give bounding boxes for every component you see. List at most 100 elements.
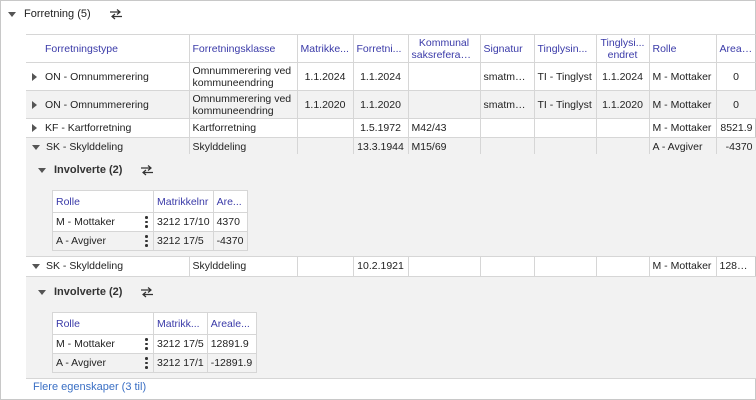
cell-forretning: 1.5.1972 [353, 118, 409, 138]
column-header[interactable]: Forretningstype [26, 34, 190, 63]
cell-matrikkel [297, 118, 354, 138]
column-header[interactable]: Signatur [480, 34, 535, 63]
cell-rolle: M - Mottaker [649, 257, 717, 277]
swap-arrows-icon[interactable] [140, 286, 154, 298]
column-header[interactable]: Rolle [52, 312, 154, 335]
column-header[interactable]: Rolle [52, 190, 154, 213]
cell-forretning: 10.2.1921 [353, 257, 409, 277]
cell-tinglysing: TI - Tinglyst [534, 90, 597, 119]
cell-tinglysing [534, 118, 597, 138]
table-header-row: Forretningstype Forretningsklasse Matrik… [26, 34, 756, 63]
involverte-table: Rolle Matrikkelnr Are... M - Mottaker 32… [52, 190, 248, 251]
cell-areal: -4370 [213, 231, 248, 251]
cell-endret [596, 118, 650, 138]
kebab-menu-icon[interactable] [145, 235, 148, 248]
table-row[interactable]: SK - Skylddeling Skylddeling 10.2.1921 M… [26, 257, 756, 277]
forretning-table-continued: SK - Skylddeling Skylddeling 10.2.1921 M… [26, 257, 756, 277]
cell-rolle: M - Mottaker [649, 62, 717, 91]
table-row[interactable]: A - Avgiver 3212 17/5 -4370 [52, 231, 248, 251]
cell-forretning: 1.1.2024 [353, 62, 409, 91]
cell-matrikkelnr: 3212 17/10 [153, 212, 214, 232]
cell-signatur [480, 118, 535, 138]
column-header[interactable]: Are... [213, 190, 248, 213]
cell-tinglysing [534, 257, 597, 277]
cell-areal: 8521.9 [716, 118, 756, 138]
swap-arrows-icon[interactable] [109, 8, 123, 20]
kebab-menu-icon[interactable] [145, 357, 148, 370]
table-header-row: Rolle Matrikk... Areale... [52, 312, 257, 335]
cell-signatur: smatmynd [480, 90, 535, 119]
cell-areal: 12891.9 [716, 257, 756, 277]
cell-matrikkelnr: 3212 17/5 [153, 334, 208, 354]
forretning-table: Forretningstype Forretningsklasse Matrik… [26, 34, 756, 157]
cell-saksref: M42/43 [408, 118, 481, 138]
cell-signatur [480, 257, 535, 277]
cell-forretningstype: KF - Kartforretning [26, 118, 190, 138]
cell-rolle: A - Avgiver [52, 231, 154, 251]
involverte-table: Rolle Matrikk... Areale... M - Mottaker … [52, 312, 257, 373]
cell-forretningsklasse: Omnummerering ved kommuneendring [189, 62, 298, 91]
table-row[interactable]: A - Avgiver 3212 17/1 -12891.9 [52, 353, 257, 373]
cell-rolle: M - Mottaker [649, 90, 717, 119]
table-row[interactable]: ON - Omnummerering Omnummerering ved kom… [26, 90, 756, 119]
cell-endret: 1.1.2024 [596, 62, 650, 91]
column-header[interactable]: Kommunal saksreferanse [408, 34, 481, 63]
section-header[interactable]: Forretning (5) [8, 6, 123, 22]
column-header[interactable]: Areale... [716, 34, 756, 63]
cell-matrikkel: 1.1.2024 [297, 62, 354, 91]
more-properties-link[interactable]: Flere egenskaper (3 til) [33, 381, 146, 393]
cell-forretningstype: ON - Omnummerering [26, 62, 190, 91]
cell-areal: 0 [716, 62, 756, 91]
cell-saksref [408, 62, 481, 91]
caret-down-icon[interactable] [38, 167, 46, 173]
column-header[interactable]: Areale... [207, 312, 257, 335]
table-header-row: Rolle Matrikkelnr Are... [52, 190, 248, 213]
cell-forretning: 1.1.2020 [353, 90, 409, 119]
column-header[interactable]: Matrikke... [297, 34, 354, 63]
column-header[interactable]: Forretningsklasse [189, 34, 298, 63]
cell-matrikkel: 1.1.2020 [297, 90, 354, 119]
column-header[interactable]: Rolle [649, 34, 717, 63]
caret-right-icon[interactable] [32, 72, 37, 81]
cell-endret: 1.1.2020 [596, 90, 650, 119]
kebab-menu-icon[interactable] [145, 338, 148, 351]
caret-down-icon[interactable] [8, 11, 16, 17]
column-header[interactable]: Tinglysi... endret [596, 34, 650, 63]
column-header[interactable]: Matrikk... [153, 312, 208, 335]
cell-matrikkel [297, 257, 354, 277]
section-title: Forretning (5) [24, 8, 91, 20]
caret-right-icon[interactable] [32, 100, 37, 109]
cell-signatur: smatmynd [480, 62, 535, 91]
table-row[interactable]: M - Mottaker 3212 17/5 12891.9 [52, 334, 257, 354]
cell-forretningsklasse: Skylddeling [189, 257, 298, 277]
column-header[interactable]: Forretni... [353, 34, 409, 63]
involverte-header[interactable]: Involverte (2) [38, 163, 154, 177]
cell-tinglysing: TI - Tinglyst [534, 62, 597, 91]
caret-down-icon[interactable] [38, 289, 46, 295]
cell-areal: 4370 [213, 212, 248, 232]
cell-rolle: M - Mottaker [52, 334, 154, 354]
cell-forretningstype: ON - Omnummerering [26, 90, 190, 119]
column-header[interactable]: Tinglysin... [534, 34, 597, 63]
table-row[interactable]: M - Mottaker 3212 17/10 4370 [52, 212, 248, 232]
column-header[interactable]: Matrikkelnr [153, 190, 214, 213]
involverte-header[interactable]: Involverte (2) [38, 285, 154, 299]
cell-saksref [408, 90, 481, 119]
swap-arrows-icon[interactable] [140, 164, 154, 176]
caret-down-icon[interactable] [32, 144, 40, 150]
involverte-title: Involverte (2) [54, 286, 123, 298]
kebab-menu-icon[interactable] [145, 216, 148, 229]
cell-rolle: M - Mottaker [52, 212, 154, 232]
table-row[interactable]: ON - Omnummerering Omnummerering ved kom… [26, 62, 756, 91]
involverte-panel: Involverte (2) Rolle Matrikk... Areale..… [26, 277, 756, 379]
caret-down-icon[interactable] [32, 263, 40, 269]
cell-forretningsklasse: Kartforretning [189, 118, 298, 138]
involverte-panel: Involverte (2) Rolle Matrikkelnr Are... … [26, 154, 756, 257]
table-row[interactable]: KF - Kartforretning Kartforretning 1.5.1… [26, 118, 756, 138]
cell-forretningstype: SK - Skylddeling [26, 257, 190, 277]
cell-areal: 12891.9 [207, 334, 257, 354]
caret-right-icon[interactable] [32, 124, 37, 133]
cell-areal: -12891.9 [207, 353, 257, 373]
cell-matrikkelnr: 3212 17/5 [153, 231, 214, 251]
cell-endret [596, 257, 650, 277]
